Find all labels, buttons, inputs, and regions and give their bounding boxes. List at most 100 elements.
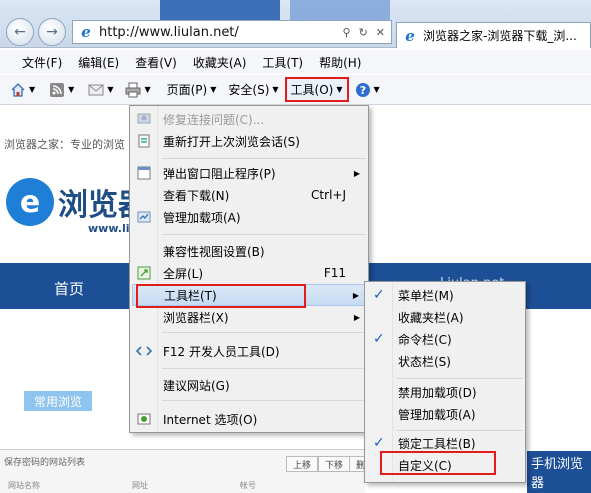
- chevron-down-icon: ▼: [272, 85, 279, 94]
- help-icon: ?: [355, 82, 370, 97]
- menu-separator: [162, 368, 366, 369]
- home-button[interactable]: ▼: [10, 82, 35, 98]
- dev-tools-icon: [136, 346, 152, 356]
- submenu-item-disable-addons[interactable]: 禁用加载项(D): [365, 381, 525, 403]
- menu-item-label: Internet 选项(O): [163, 412, 258, 427]
- help-button[interactable]: ? ▼: [355, 82, 380, 98]
- menu-item-label: 重新打开上次浏览会话(S): [163, 134, 300, 149]
- menu-item-label: 菜单栏(M): [398, 288, 454, 303]
- address-bar[interactable]: e http://www.liulan.net/ ⚲ ↻ ✕: [72, 20, 392, 44]
- chevron-down-icon: ▼: [210, 85, 217, 94]
- nav-home-link[interactable]: 首页: [54, 278, 84, 299]
- tools-menu-button[interactable]: 工具(O) ▼: [284, 77, 349, 102]
- back-button[interactable]: ←: [6, 18, 34, 46]
- menu-item-popup-blocker[interactable]: 弹出窗口阻止程序(P) ▶: [130, 162, 368, 184]
- printer-icon: [125, 82, 141, 97]
- tab-favicon-icon: e: [405, 26, 415, 45]
- page-menu-label: 页面(P): [166, 83, 208, 97]
- chevron-down-icon[interactable]: ▼: [68, 85, 74, 94]
- tools-menu-label: 工具(O): [290, 83, 334, 97]
- ie-logo-icon: e: [81, 23, 91, 41]
- svg-text:?: ?: [359, 84, 365, 97]
- site-logo[interactable]: e 浏览器: [6, 178, 148, 226]
- submenu-item-manage-addons[interactable]: 管理加载项(A): [365, 403, 525, 425]
- menu-edit[interactable]: 编辑(E): [70, 54, 127, 71]
- back-arrow-icon: ←: [14, 24, 26, 40]
- menu-item-label: 禁用加载项(D): [398, 385, 477, 400]
- fullscreen-icon: [137, 266, 151, 280]
- network-repair-icon: [137, 113, 151, 124]
- checkmark-icon: ✓: [373, 287, 385, 303]
- mobile-browser-banner[interactable]: 手机浏览器: [527, 451, 591, 493]
- menu-separator: [162, 400, 366, 401]
- menu-item-shortcut: Ctrl+J: [311, 188, 346, 202]
- background-image-strip-2: [290, 0, 390, 20]
- menu-item-label: 查看下载(N): [163, 188, 230, 203]
- submenu-item-menu-bar[interactable]: ✓ 菜单栏(M): [365, 284, 525, 306]
- menu-item-explorer-bars[interactable]: 浏览器栏(X) ▶: [130, 306, 368, 328]
- password-site-title: 保存密码的网站列表: [4, 458, 86, 468]
- menu-item-label: 收藏夹栏(A): [398, 310, 464, 325]
- move-down-button[interactable]: 下移: [318, 456, 351, 472]
- menu-item-suggested-sites[interactable]: 建议网站(G): [130, 374, 368, 396]
- menu-item-view-downloads[interactable]: 查看下载(N) Ctrl+J: [130, 184, 368, 206]
- menu-item-label: 弹出窗口阻止程序(P): [163, 166, 276, 181]
- menu-item-label: 全屏(L): [163, 266, 204, 281]
- tools-dropdown-menu: 修复连接问题(C)... 重新打开上次浏览会话(S) 弹出窗口阻止程序(P) ▶…: [129, 105, 369, 433]
- menu-item-label: 建议网站(G): [163, 378, 230, 393]
- page-breadcrumb: 浏览器之家：专业的浏览: [4, 138, 125, 151]
- menu-item-internet-options[interactable]: Internet 选项(O): [130, 408, 368, 430]
- command-bar: ▼ ▼ ▼ ▼ 页面(P) ▼ 安全(S) ▼ 工具(O) ▼ ? ▼: [0, 75, 591, 105]
- menu-item-label: F12 开发人员工具(D): [163, 344, 280, 359]
- menu-favorites[interactable]: 收藏夹(A): [185, 54, 255, 71]
- safety-menu-button[interactable]: 安全(S) ▼: [228, 81, 278, 98]
- print-button[interactable]: ▼: [125, 82, 151, 98]
- addons-icon: [137, 211, 151, 223]
- menu-item-label: 管理加载项(A): [163, 210, 241, 225]
- popup-blocker-icon: [137, 166, 151, 180]
- page-menu-button[interactable]: 页面(P) ▼: [167, 81, 217, 98]
- background-image-strip: [160, 0, 280, 20]
- menu-item-label: 兼容性视图设置(B): [163, 244, 265, 259]
- refresh-icon[interactable]: ↻: [359, 26, 368, 39]
- close-icon[interactable]: ✕: [376, 26, 385, 39]
- menu-help[interactable]: 帮助(H): [311, 54, 369, 71]
- menu-item-fullscreen[interactable]: 全屏(L) F11: [130, 262, 368, 284]
- menu-item-reopen-session[interactable]: 重新打开上次浏览会话(S): [130, 130, 368, 152]
- safety-menu-label: 安全(S): [228, 83, 270, 97]
- menu-view[interactable]: 查看(V): [127, 54, 185, 71]
- submenu-item-favorites-bar[interactable]: 收藏夹栏(A): [365, 306, 525, 328]
- chevron-down-icon[interactable]: ▼: [29, 85, 35, 94]
- menu-file[interactable]: 文件(F): [14, 54, 70, 71]
- menu-item-label: 管理加载项(A): [398, 407, 476, 422]
- col-account: 帐号: [240, 481, 256, 490]
- address-url[interactable]: http://www.liulan.net/: [99, 25, 239, 40]
- submenu-arrow-icon: ▶: [352, 290, 359, 300]
- home-icon: [11, 82, 25, 97]
- common-browser-tag[interactable]: 常用浏览: [24, 391, 93, 411]
- menu-separator: [397, 430, 523, 431]
- menu-bar: 文件(F) 编辑(E) 查看(V) 收藏夹(A) 工具(T) 帮助(H): [0, 50, 591, 74]
- submenu-item-status-bar[interactable]: 状态栏(S): [365, 350, 525, 372]
- submenu-item-command-bar[interactable]: ✓ 命令栏(C): [365, 328, 525, 350]
- feeds-button[interactable]: ▼: [49, 82, 74, 98]
- menu-item-dev-tools[interactable]: F12 开发人员工具(D): [130, 340, 368, 362]
- checkmark-icon: ✓: [373, 435, 385, 451]
- menu-item-label: 修复连接问题(C)...: [163, 112, 265, 127]
- menu-item-label: 命令栏(C): [398, 332, 452, 347]
- col-site-name: 网站名称: [8, 481, 40, 490]
- forward-button[interactable]: →: [38, 18, 66, 46]
- menu-item-label: 状态栏(S): [398, 354, 451, 369]
- browser-tab[interactable]: e 浏览器之家-浏览器下载_浏...: [396, 22, 591, 48]
- mail-button[interactable]: ▼: [88, 82, 113, 98]
- menu-tools[interactable]: 工具(T): [254, 54, 311, 71]
- search-icon[interactable]: ⚲: [343, 26, 351, 39]
- menu-item-manage-addons[interactable]: 管理加载项(A): [130, 206, 368, 228]
- menu-separator: [162, 158, 366, 159]
- move-up-button[interactable]: 上移: [286, 456, 319, 472]
- chevron-down-icon[interactable]: ▼: [107, 85, 113, 94]
- menu-item-label: 锁定工具栏(B): [398, 436, 476, 451]
- mail-icon: [88, 84, 104, 95]
- menu-item-compat-view[interactable]: 兼容性视图设置(B): [130, 240, 368, 262]
- chevron-down-icon[interactable]: ▼: [144, 85, 150, 94]
